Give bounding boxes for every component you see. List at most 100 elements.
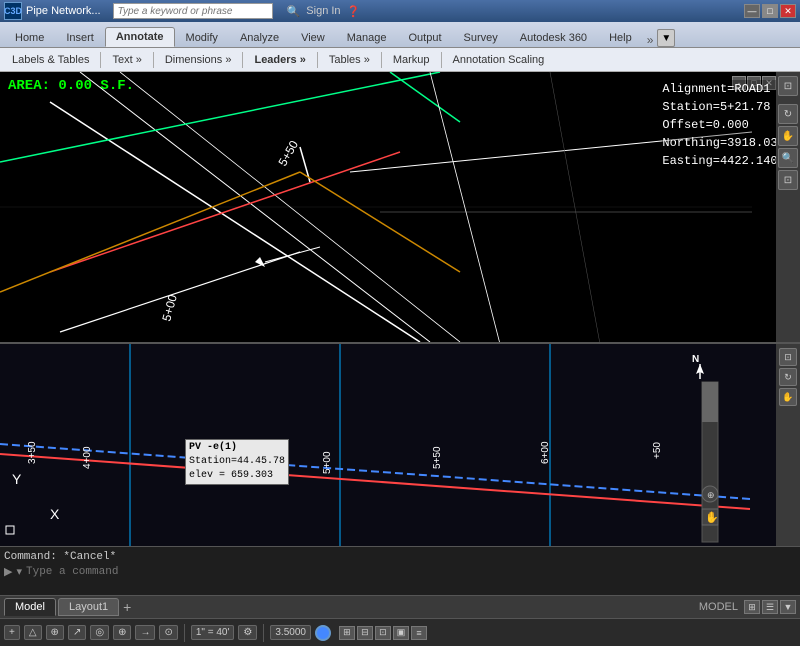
svg-text:6+00: 6+00 xyxy=(540,441,551,464)
svg-text:5+00: 5+00 xyxy=(322,451,333,474)
snap-btn[interactable]: + xyxy=(4,625,20,640)
tab-autodesk360[interactable]: Autodesk 360 xyxy=(509,28,598,47)
viewcube-bottom[interactable]: ⊡ xyxy=(779,348,797,366)
sep1 xyxy=(100,52,101,68)
tab-add-btn[interactable]: + xyxy=(123,599,131,615)
pv-line2: Station=44.45.78 xyxy=(189,455,285,469)
svg-text:4+00: 4+00 xyxy=(82,446,93,469)
osnap-btn[interactable]: ◎ xyxy=(90,625,109,640)
sep2 xyxy=(153,52,154,68)
ribbon-markup[interactable]: Markup xyxy=(387,52,436,68)
sep7 xyxy=(184,624,185,642)
zoom-btn[interactable]: 🔍 xyxy=(778,148,798,168)
ortho-btn[interactable]: ⊕ xyxy=(46,625,64,640)
tab-layout1[interactable]: Layout1 xyxy=(58,598,119,616)
lineweight-btn[interactable]: ⊙ xyxy=(159,625,177,640)
sign-in-btn[interactable]: Sign In xyxy=(306,5,340,17)
maximize-btn[interactable]: □ xyxy=(762,4,778,18)
ribbon-content: Labels & Tables Text » Dimensions » Lead… xyxy=(0,48,800,72)
status-icon5[interactable]: ≡ xyxy=(411,626,427,640)
svg-text:N: N xyxy=(692,354,699,365)
command-input[interactable] xyxy=(26,566,796,578)
app-icon: C3D xyxy=(4,2,22,20)
drawing-canvas-bottom: 3+50 4+00 5+00 5+50 6+00 +50 Y X N ⊕ ✋ xyxy=(0,344,752,546)
tab-insert[interactable]: Insert xyxy=(55,28,105,47)
grid-view-btn[interactable]: ⊞ xyxy=(744,600,760,614)
pan-bottom[interactable]: ✋ xyxy=(779,388,797,406)
status-bar: + △ ⊕ ↗ ◎ ⊕ → ⊙ 1" = 40' ⚙ 3.5000 ⊞ ⊟ ⊡ … xyxy=(0,618,800,646)
status-icon2[interactable]: ⊟ xyxy=(357,626,373,640)
viewcube-top[interactable]: ⊡ xyxy=(778,76,798,96)
zoom-input[interactable]: 3.5000 xyxy=(270,625,311,640)
status-icon3[interactable]: ⊡ xyxy=(375,626,391,640)
offset-info: Offset=0.000 xyxy=(662,116,792,134)
settings-btn[interactable]: ⚙ xyxy=(238,625,257,640)
tab-home[interactable]: Home xyxy=(4,28,55,47)
info-overlay: Alignment=ROAD1 Station=5+21.78 Offset=0… xyxy=(662,80,792,170)
orbit-btn[interactable]: ↻ xyxy=(778,104,798,124)
scale-display[interactable]: 1" = 40' xyxy=(191,625,235,640)
command-separator: ▾ xyxy=(16,565,22,579)
svg-text:3+50: 3+50 xyxy=(27,441,38,464)
sep3 xyxy=(242,52,243,68)
status-icon1[interactable]: ⊞ xyxy=(339,626,355,640)
svg-text:✋: ✋ xyxy=(705,511,719,524)
otrack-btn[interactable]: ⊕ xyxy=(113,625,131,640)
ribbon-tables[interactable]: Tables » xyxy=(323,52,376,68)
right-toolbar: ⊡ ↻ ✋ 🔍 ⊡ xyxy=(776,72,800,342)
svg-text:⊕: ⊕ xyxy=(707,490,715,500)
easting-info: Easting=4422.1407 xyxy=(662,152,792,170)
tab-survey[interactable]: Survey xyxy=(453,28,509,47)
sep6 xyxy=(441,52,442,68)
pv-label: PV -e(1) Station=44.45.78 elev = 659.303 xyxy=(185,439,289,485)
window-controls: — □ ✕ xyxy=(744,4,796,18)
ribbon-options[interactable]: ▼ xyxy=(657,29,675,47)
tab-bar: Model Layout1 + MODEL ⊞ ☰ ▼ xyxy=(0,596,800,618)
grid-btn[interactable]: △ xyxy=(24,625,42,640)
list-view-btn[interactable]: ☰ xyxy=(762,600,778,614)
tab-help[interactable]: Help xyxy=(598,28,643,47)
tab-model[interactable]: Model xyxy=(4,598,56,616)
canvas-bottom: 3+50 4+00 5+00 5+50 6+00 +50 Y X N ⊕ ✋ P… xyxy=(0,344,800,546)
drawing-canvas-top: 5+50 5+00 xyxy=(0,72,752,344)
command-prompt-icon: ▶ xyxy=(4,565,12,579)
search-input[interactable] xyxy=(113,3,273,19)
bottom-right-toolbar: ⊡ ↻ ✋ xyxy=(776,344,800,546)
dynmode-btn[interactable]: → xyxy=(135,625,155,640)
minimize-btn[interactable]: — xyxy=(744,4,760,18)
polar-btn[interactable]: ↗ xyxy=(68,625,86,640)
tab-annotate[interactable]: Annotate xyxy=(105,27,175,47)
tab-manage[interactable]: Manage xyxy=(336,28,398,47)
model-indicator[interactable] xyxy=(315,625,331,641)
alignment-info: Alignment=ROAD1 xyxy=(662,80,792,98)
ribbon-labels-tables[interactable]: Labels & Tables xyxy=(6,52,95,68)
canvas-top: 5+50 5+00 AREA: 0.00 S.F. - □ ✕ xyxy=(0,72,800,344)
pv-line1: PV -e(1) xyxy=(189,441,285,455)
ribbon-dimensions[interactable]: Dimensions » xyxy=(159,52,238,68)
tab-view[interactable]: View xyxy=(290,28,336,47)
ribbon-tabs: Home Insert Annotate Modify Analyze View… xyxy=(0,22,800,48)
pv-line3: elev = 659.303 xyxy=(189,469,285,483)
ribbon-text[interactable]: Text » xyxy=(106,52,147,68)
zoom-extents[interactable]: ⊡ xyxy=(778,170,798,190)
pan-btn[interactable]: ✋ xyxy=(778,126,798,146)
command-area: Command: *Cancel* ▶ ▾ xyxy=(0,546,800,596)
model-space-label: MODEL xyxy=(699,601,738,613)
status-icon4[interactable]: ▣ xyxy=(393,626,409,640)
sep5 xyxy=(381,52,382,68)
tab-modify[interactable]: Modify xyxy=(175,28,229,47)
area-label: AREA: 0.00 S.F. xyxy=(8,78,134,94)
ribbon-annotation-scaling[interactable]: Annotation Scaling xyxy=(447,52,551,68)
station-info: Station=5+21.78 xyxy=(662,98,792,116)
orbit-bottom[interactable]: ↻ xyxy=(779,368,797,386)
tab-options-btn[interactable]: ▼ xyxy=(780,600,796,614)
sep8 xyxy=(263,624,264,642)
title-text: Pipe Network... xyxy=(26,5,101,17)
svg-text:+50: +50 xyxy=(652,442,663,459)
svg-text:5+50: 5+50 xyxy=(432,446,443,469)
close-btn[interactable]: ✕ xyxy=(780,4,796,18)
tab-output[interactable]: Output xyxy=(398,28,453,47)
ribbon-leaders[interactable]: Leaders » xyxy=(248,52,311,68)
tab-analyze[interactable]: Analyze xyxy=(229,28,290,47)
sep4 xyxy=(317,52,318,68)
